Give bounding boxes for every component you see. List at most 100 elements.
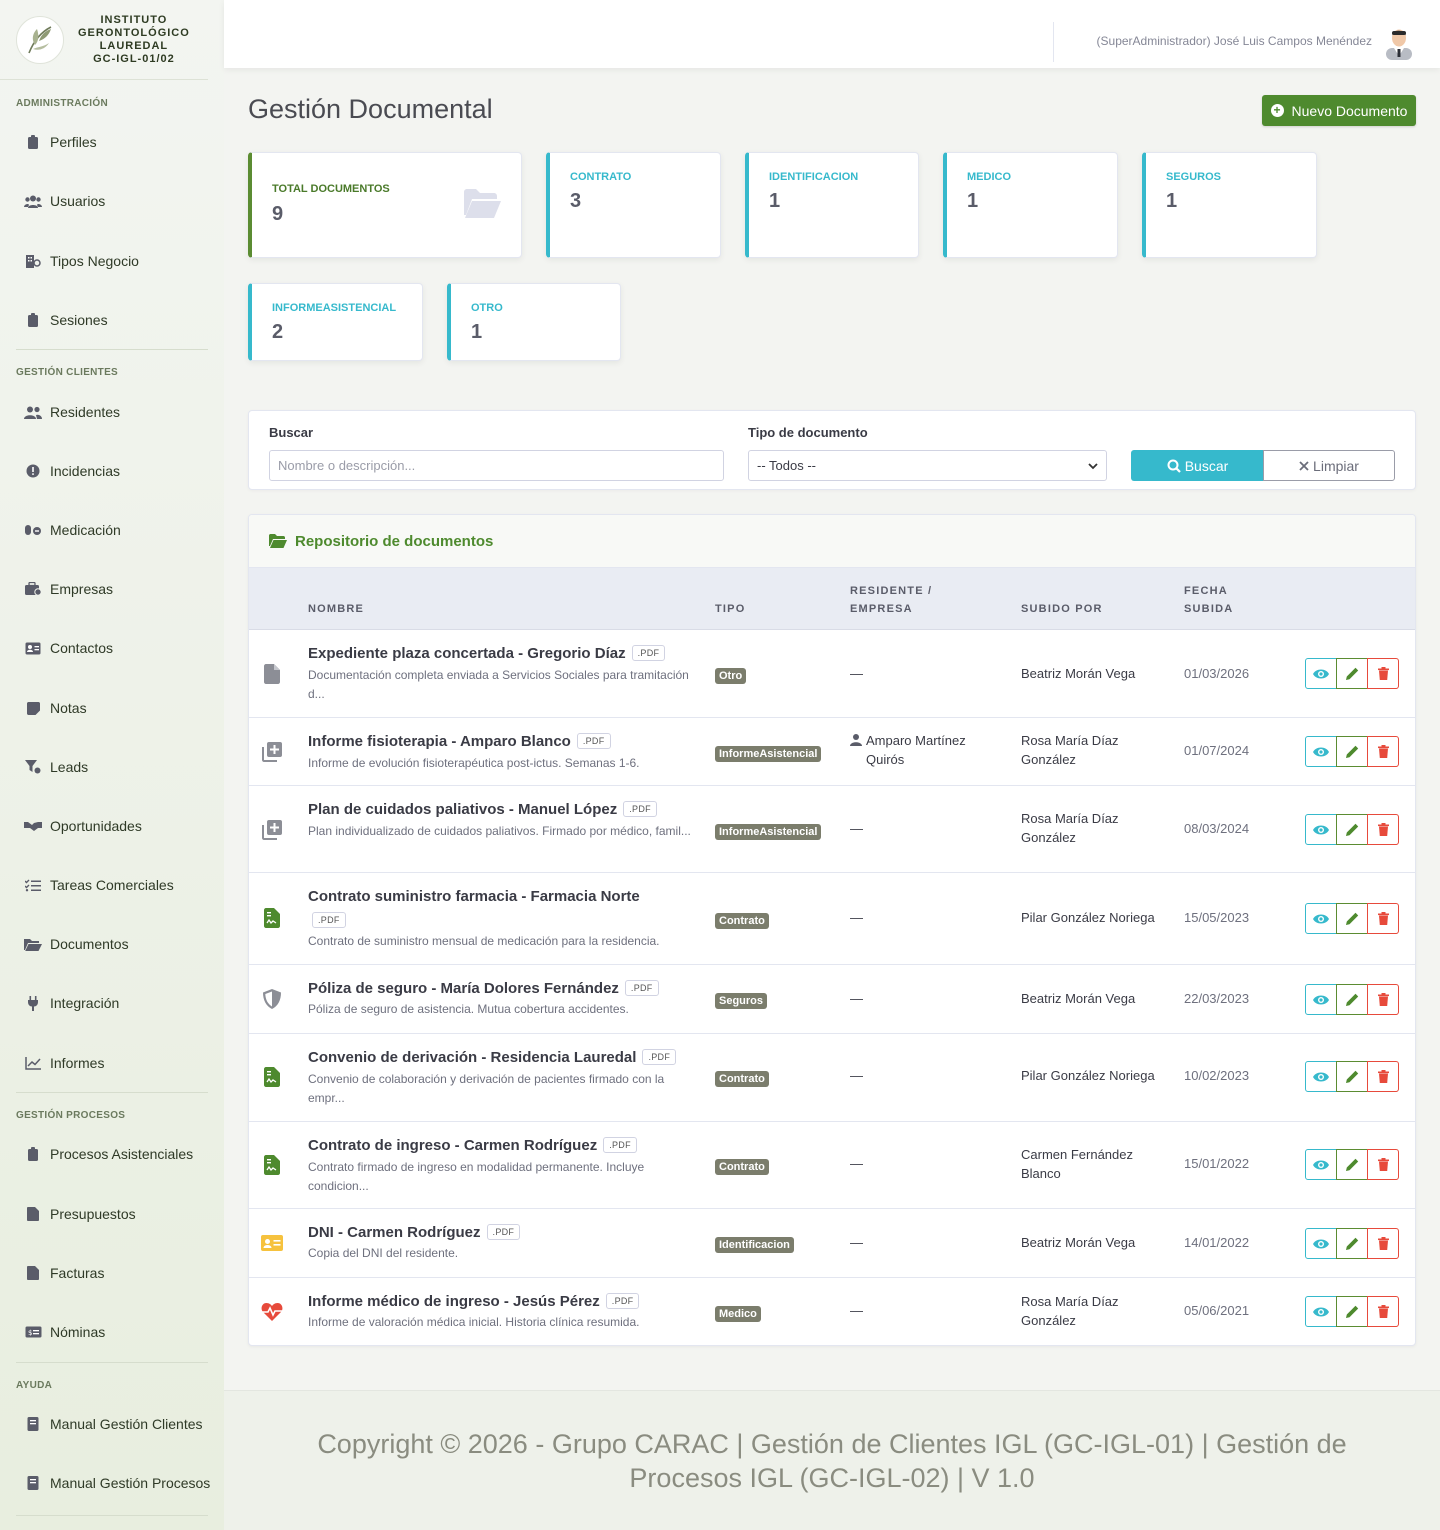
delete-button[interactable]	[1367, 1061, 1399, 1092]
table-row: DNI - Carmen Rodríguez .PDF Copia del DNI…	[249, 1209, 1415, 1278]
sidebar-item-perfiles[interactable]: Perfiles	[0, 132, 224, 152]
sidebar-item-residentes[interactable]: Residentes	[0, 402, 224, 422]
sidebar-heading-gestion-procesos: GESTIÓN PROCESOS	[16, 1110, 126, 1121]
sidebar-item-procesos-asistenciales[interactable]: Procesos Asistenciales	[0, 1144, 224, 1164]
row-actions	[1305, 984, 1399, 1015]
view-button[interactable]	[1305, 736, 1337, 767]
uploaded-by-cell: Beatriz Morán Vega	[1021, 666, 1136, 681]
user-name[interactable]: (SuperAdministrador) José Luis Campos Me…	[1097, 34, 1372, 48]
document-name[interactable]: Expediente plaza concertada - Gregorio D…	[308, 643, 698, 665]
document-name[interactable]: Informe médico de ingreso - Jesús Pérez.…	[308, 1291, 698, 1313]
sidebar-item-integracion[interactable]: Integración	[0, 993, 224, 1013]
uploaded-by-cell: Carmen Fernández Blanco	[1021, 1147, 1133, 1181]
delete-button[interactable]	[1367, 1296, 1399, 1327]
date-cell: 01/03/2026	[1184, 666, 1250, 681]
sidebar-item-empresas[interactable]: Empresas	[0, 579, 224, 599]
search-icon	[1167, 459, 1181, 473]
view-button[interactable]	[1305, 1296, 1337, 1327]
edit-button[interactable]	[1336, 1296, 1368, 1327]
view-button[interactable]	[1305, 1149, 1337, 1180]
column-header-uploaded-by[interactable]: SUBIDO POR	[1021, 600, 1103, 618]
delete-button[interactable]	[1367, 658, 1399, 689]
document-name[interactable]: Contrato suministro farmacia - Farmacia …	[308, 886, 698, 932]
clear-button[interactable]: Limpiar	[1263, 450, 1395, 481]
document-name[interactable]: Plan de cuidados paliativos - Manuel Lóp…	[308, 799, 698, 821]
resident-cell: —	[850, 1235, 863, 1250]
sidebar-item-contactos[interactable]: Contactos	[0, 638, 224, 658]
view-button[interactable]	[1305, 658, 1337, 689]
sidebar-item-presupuestos[interactable]: Presupuestos	[0, 1204, 224, 1224]
resident-cell: —	[850, 1303, 863, 1318]
sidebar-item-incidencias[interactable]: Incidencias	[0, 461, 224, 481]
sidebar-item-leads[interactable]: Leads	[0, 757, 224, 777]
delete-button[interactable]	[1367, 984, 1399, 1015]
stat-card-otro: OTRO 1	[447, 283, 621, 361]
type-badge: InformeAsistencial	[715, 746, 822, 762]
sidebar-item-medicacion[interactable]: Medicación	[0, 520, 224, 540]
date-cell: 08/03/2024	[1184, 821, 1250, 836]
view-button[interactable]	[1305, 903, 1337, 934]
id-badge-icon	[24, 134, 42, 150]
row-actions	[1305, 1149, 1399, 1180]
delete-button[interactable]	[1367, 903, 1399, 934]
sidebar-item-tipos-negocio[interactable]: Tipos Negocio	[0, 251, 224, 271]
pencil-icon	[1345, 667, 1358, 680]
edit-button[interactable]	[1336, 1149, 1368, 1180]
delete-button[interactable]	[1367, 814, 1399, 845]
sidebar-item-facturas[interactable]: Facturas	[0, 1263, 224, 1283]
search-button[interactable]: Buscar	[1131, 450, 1264, 481]
sidebar-item-tareas-comerciales[interactable]: Tareas Comerciales	[0, 875, 224, 895]
sidebar-item-label: Tipos Negocio	[50, 253, 139, 269]
document-name[interactable]: Convenio de derivación - Residencia Laur…	[308, 1047, 698, 1069]
edit-button[interactable]	[1336, 658, 1368, 689]
sidebar-item-informes[interactable]: Informes	[0, 1053, 224, 1073]
sidebar-item-nominas[interactable]: $ Nóminas	[0, 1322, 224, 1342]
new-document-button[interactable]: + Nuevo Documento	[1262, 95, 1416, 126]
type-badge: Medico	[715, 1306, 761, 1322]
document-description: Copia del DNI del residente.	[308, 1246, 459, 1260]
column-header-type[interactable]: TIPO	[715, 600, 745, 618]
copyright-text: Copyright © 2026 - Grupo CARAC | Gestión…	[317, 1428, 1347, 1493]
edit-button[interactable]	[1336, 1228, 1368, 1259]
sidebar-item-oportunidades[interactable]: Oportunidades	[0, 816, 224, 836]
sidebar-item-sesiones[interactable]: Sesiones	[0, 310, 224, 330]
document-name[interactable]: DNI - Carmen Rodríguez .PDF	[308, 1222, 698, 1244]
brand[interactable]: INSTITUTO GERONTOLÓGICO LAUREDAL GC-IGL-…	[0, 0, 208, 80]
building-icon	[24, 253, 42, 269]
trash-icon	[1377, 1070, 1389, 1083]
document-name[interactable]: Contrato de ingreso - Carmen Rodríguez .P…	[308, 1135, 698, 1157]
edit-button[interactable]	[1336, 814, 1368, 845]
column-header-date[interactable]: FECHA SUBIDA	[1184, 582, 1233, 618]
resident-cell[interactable]: Amparo Martínez Quirós	[850, 731, 1000, 769]
document-name[interactable]: Informe fisioterapia - Amparo Blanco .PDF	[308, 731, 698, 753]
view-button[interactable]	[1305, 984, 1337, 1015]
sidebar-item-documentos[interactable]: Documentos	[0, 934, 224, 954]
delete-button[interactable]	[1367, 1228, 1399, 1259]
resident-cell: —	[850, 910, 863, 925]
delete-button[interactable]	[1367, 1149, 1399, 1180]
sidebar-item-usuarios[interactable]: Usuarios	[0, 191, 224, 211]
edit-button[interactable]	[1336, 736, 1368, 767]
view-button[interactable]	[1305, 1228, 1337, 1259]
edit-button[interactable]	[1336, 903, 1368, 934]
search-input[interactable]: Nombre o descripción...	[269, 450, 724, 481]
view-button[interactable]	[1305, 814, 1337, 845]
sidebar-item-notas[interactable]: Notas	[0, 698, 224, 718]
sidebar-item-manual-gestion-procesos[interactable]: Manual Gestión Procesos	[0, 1473, 224, 1493]
stat-label: SEGUROS	[1166, 171, 1222, 183]
type-select[interactable]: -- Todos --	[748, 450, 1107, 481]
stat-value: 1	[471, 321, 483, 343]
pencil-icon	[1345, 1158, 1358, 1171]
stat-value: 9	[272, 203, 284, 225]
document-name[interactable]: Póliza de seguro - María Dolores Fernánd…	[308, 978, 698, 1000]
edit-button[interactable]	[1336, 984, 1368, 1015]
column-header-resident[interactable]: RESIDENTE / EMPRESA	[850, 582, 932, 618]
column-header-name[interactable]: NOMBRE	[308, 600, 364, 618]
edit-button[interactable]	[1336, 1061, 1368, 1092]
sidebar-item-manual-gestion-clientes[interactable]: Manual Gestión Clientes	[0, 1414, 224, 1434]
view-button[interactable]	[1305, 1061, 1337, 1092]
date-cell: 22/03/2023	[1184, 991, 1250, 1006]
avatar[interactable]	[1384, 26, 1414, 60]
delete-button[interactable]	[1367, 736, 1399, 767]
pencil-icon	[1345, 745, 1358, 758]
